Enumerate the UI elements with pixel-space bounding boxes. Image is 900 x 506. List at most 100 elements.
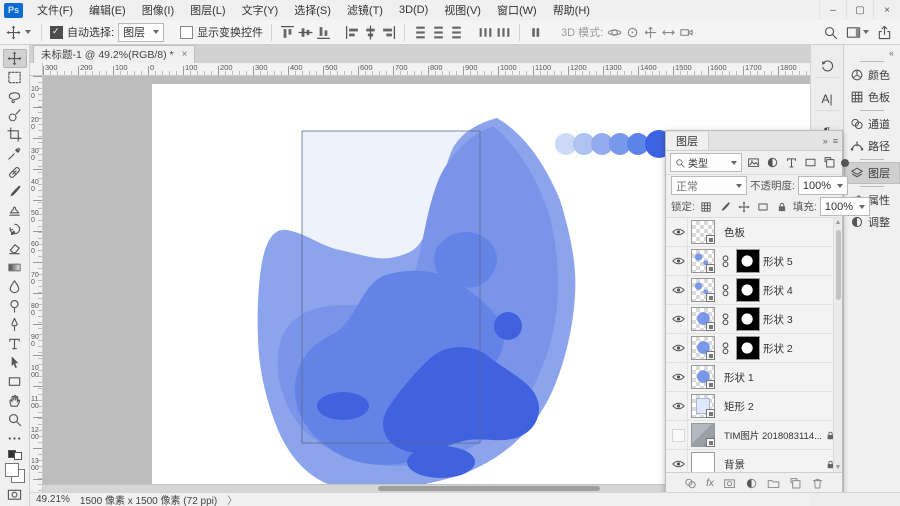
layer-name[interactable]: 形状 4 <box>763 283 842 298</box>
3d-pan-icon[interactable] <box>643 25 658 40</box>
brush-tool[interactable] <box>3 182 27 201</box>
lock-position-icon[interactable] <box>736 199 752 215</box>
blend-mode-dropdown[interactable]: 正常 <box>671 176 747 195</box>
layer-thumbnail[interactable] <box>691 278 715 302</box>
healing-brush-tool[interactable] <box>3 163 27 182</box>
smudge-tool[interactable] <box>3 277 27 296</box>
delete-layer-button[interactable] <box>811 477 824 490</box>
hand-tool[interactable] <box>3 391 27 410</box>
link-layers-button[interactable] <box>684 477 697 490</box>
opacity-dropdown[interactable]: 100% <box>798 176 848 195</box>
distribute-right-button[interactable] <box>496 25 511 40</box>
panel-menu-icon[interactable]: ≡ <box>833 136 837 146</box>
layer-mask-thumbnail[interactable] <box>736 336 760 360</box>
dock-item-color[interactable]: 颜色 <box>844 64 900 86</box>
menu-select[interactable]: 选择(S) <box>286 0 339 20</box>
path-selection-tool[interactable] <box>3 353 27 372</box>
current-tool-badge[interactable] <box>4 23 33 42</box>
gradient-tool[interactable] <box>3 258 27 277</box>
dock-item-swatches[interactable]: 色板 <box>844 86 900 108</box>
lock-transparent-icon[interactable] <box>698 199 714 215</box>
search-icon[interactable] <box>823 25 838 40</box>
lock-pixels-icon[interactable] <box>717 199 733 215</box>
new-group-button[interactable] <box>767 477 780 490</box>
visibility-toggle[interactable] <box>669 276 688 304</box>
type-tool[interactable] <box>3 334 27 353</box>
close-button[interactable]: × <box>873 0 900 20</box>
add-mask-button[interactable] <box>723 477 736 490</box>
layer-row-rect2[interactable]: 矩形 2 <box>666 392 842 421</box>
scroll-down-arrow[interactable]: ▼ <box>834 464 842 471</box>
default-colors-icon[interactable] <box>8 450 22 460</box>
dock-item-channels[interactable]: 通道 <box>844 113 900 135</box>
layer-row-shape1[interactable]: 形状 1 <box>666 363 842 392</box>
layers-scrollbar[interactable]: ▲ ▼ <box>833 218 842 472</box>
visibility-toggle[interactable] <box>669 247 688 275</box>
scroll-up-arrow[interactable]: ▲ <box>834 219 842 226</box>
mask-link-icon[interactable] <box>718 283 733 298</box>
fill-dropdown[interactable]: 100% <box>820 197 870 216</box>
horizontal-scrollbar-thumb[interactable] <box>378 486 600 491</box>
adjustment-layer-button[interactable] <box>745 477 758 490</box>
layer-mask-thumbnail[interactable] <box>736 249 760 273</box>
distribute-vcenter-button[interactable] <box>431 25 446 40</box>
auto-select-dropdown[interactable]: 图层 <box>118 23 164 42</box>
layer-name[interactable]: 形状 2 <box>763 341 842 356</box>
zoom-tool[interactable] <box>3 410 27 429</box>
screen-mode-button[interactable] <box>3 485 27 504</box>
layer-name[interactable]: 矩形 2 <box>724 399 842 414</box>
3d-camera-icon[interactable] <box>679 25 694 40</box>
visibility-toggle[interactable] <box>669 305 688 333</box>
3d-orbit-icon[interactable] <box>607 25 622 40</box>
ruler-corner[interactable] <box>30 63 43 76</box>
align-vcenter-button[interactable] <box>298 25 313 40</box>
visibility-toggle[interactable] <box>669 363 688 391</box>
vertical-ruler[interactable]: 1002003004005006007008009001000110012001… <box>30 76 43 492</box>
menu-help[interactable]: 帮助(H) <box>545 0 598 20</box>
layer-thumbnail[interactable] <box>691 423 715 447</box>
align-hcenter-button[interactable] <box>363 25 378 40</box>
pen-tool[interactable] <box>3 315 27 334</box>
maximize-button[interactable]: ▢ <box>846 0 873 20</box>
menu-edit[interactable]: 编辑(E) <box>81 0 134 20</box>
layer-thumbnail[interactable] <box>691 336 715 360</box>
edit-toolbar-button[interactable] <box>3 429 27 448</box>
layer-style-button[interactable]: fx <box>706 478 714 489</box>
filter-adjustment-layers-icon[interactable] <box>764 155 780 171</box>
zoom-level-field[interactable]: 49.21% <box>36 494 70 505</box>
layer-thumbnail[interactable] <box>691 307 715 331</box>
align-bottom-button[interactable] <box>316 25 331 40</box>
history-panel-button[interactable] <box>815 55 839 78</box>
character-panel-button[interactable]: A| <box>815 88 839 111</box>
layer-thumbnail[interactable] <box>691 365 715 389</box>
layer-name[interactable]: 形状 5 <box>763 254 842 269</box>
layer-thumbnail[interactable] <box>691 452 715 472</box>
lock-all-icon[interactable] <box>774 199 790 215</box>
tab-close-icon[interactable]: × <box>182 49 188 60</box>
layer-mask-thumbnail[interactable] <box>736 278 760 302</box>
auto-select-checkbox[interactable] <box>50 26 63 39</box>
menu-type[interactable]: 文字(Y) <box>234 0 287 20</box>
layer-row-shape3[interactable]: 形状 3 <box>666 305 842 334</box>
layer-thumbnail[interactable] <box>691 249 715 273</box>
visibility-toggle[interactable] <box>669 392 688 420</box>
mask-link-icon[interactable] <box>718 312 733 327</box>
visibility-toggle[interactable] <box>669 450 688 472</box>
layer-row-tim-image[interactable]: TIM图片 2018083114... <box>666 421 842 450</box>
visibility-toggle[interactable] <box>669 218 688 246</box>
mask-link-icon[interactable] <box>718 341 733 356</box>
distribute-spacing-button[interactable] <box>528 25 543 40</box>
layer-name[interactable]: 形状 3 <box>763 312 842 327</box>
ps-logo[interactable]: Ps <box>4 3 23 18</box>
clone-stamp-tool[interactable] <box>3 201 27 220</box>
shape-tool[interactable] <box>3 372 27 391</box>
eraser-tool[interactable] <box>3 239 27 258</box>
dodge-tool[interactable] <box>3 296 27 315</box>
layer-row-shape2[interactable]: 形状 2 <box>666 334 842 363</box>
layers-scrollbar-thumb[interactable] <box>836 230 841 300</box>
layer-row-seban[interactable]: 色板 <box>666 218 842 247</box>
foreground-background-colors[interactable] <box>5 463 25 483</box>
layer-thumbnail[interactable] <box>691 394 715 418</box>
layer-mask-thumbnail[interactable] <box>736 307 760 331</box>
eyedropper-tool[interactable] <box>3 144 27 163</box>
